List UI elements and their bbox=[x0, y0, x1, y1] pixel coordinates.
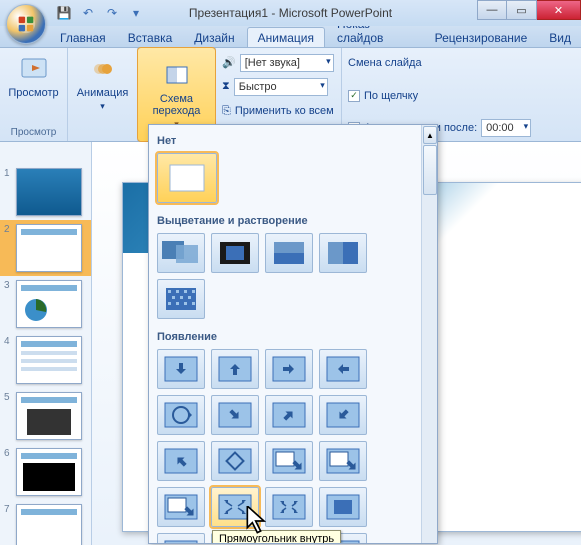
slide-thumb-6[interactable] bbox=[16, 448, 82, 496]
transition-cut[interactable] bbox=[265, 233, 313, 273]
transition-fade-black[interactable] bbox=[211, 233, 259, 273]
on-click-label: По щелчку bbox=[364, 90, 418, 102]
speed-icon: ⧗ bbox=[222, 80, 230, 93]
transition-wipe-down[interactable] bbox=[157, 349, 205, 389]
window-title: Презентация1 - Microsoft PowerPoint bbox=[189, 6, 392, 20]
slide-thumb-1[interactable] bbox=[16, 168, 82, 216]
transition-dissolve[interactable] bbox=[157, 279, 205, 319]
tab-view[interactable]: Вид bbox=[539, 28, 581, 47]
tab-insert[interactable]: Вставка bbox=[118, 28, 183, 47]
transition-fade-smoothly[interactable] bbox=[157, 233, 205, 273]
transition-icon bbox=[161, 59, 193, 91]
tab-design[interactable]: Дизайн bbox=[184, 28, 244, 47]
thumb-number: 6 bbox=[4, 448, 12, 496]
transition-wipe-ur[interactable] bbox=[157, 441, 205, 481]
slide-thumb-2[interactable] bbox=[16, 224, 82, 272]
thumb-number: 3 bbox=[4, 280, 12, 328]
thumb-number: 4 bbox=[4, 336, 12, 384]
transition-uncover-down[interactable] bbox=[265, 441, 313, 481]
transition-uncover-left[interactable] bbox=[319, 441, 367, 481]
scroll-thumb[interactable] bbox=[423, 145, 437, 195]
thumb-number: 5 bbox=[4, 392, 12, 440]
apply-to-all-label: Применить ко всем bbox=[235, 105, 334, 117]
transition-none[interactable] bbox=[157, 153, 217, 203]
auto-after-time[interactable]: 00:00 bbox=[481, 119, 531, 137]
gallery-scrollbar[interactable]: ▲ bbox=[421, 125, 437, 543]
animation-button[interactable]: Анимация ▾ bbox=[73, 50, 133, 115]
transition-sound-dropdown[interactable]: [Нет звука] bbox=[240, 54, 334, 72]
transition-wipe-dl[interactable] bbox=[211, 395, 259, 435]
transition-split-v[interactable] bbox=[157, 533, 205, 544]
thumb-number: 1 bbox=[4, 168, 12, 216]
preview-group-label: Просмотр bbox=[11, 125, 57, 139]
transition-uncover-right[interactable] bbox=[157, 487, 205, 527]
transition-cut-black[interactable] bbox=[319, 233, 367, 273]
on-click-checkbox[interactable]: ✓ bbox=[348, 90, 360, 102]
qat-redo-icon[interactable]: ↷ bbox=[102, 3, 122, 23]
transition-shape-circle[interactable] bbox=[157, 395, 205, 435]
thumb-number: 2 bbox=[4, 224, 12, 272]
transition-wipe-up[interactable] bbox=[319, 349, 367, 389]
gallery-heading-fade: Выцветание и растворение bbox=[153, 209, 415, 231]
slide-thumb-7[interactable] bbox=[16, 504, 82, 545]
tab-review[interactable]: Рецензирование bbox=[425, 28, 538, 47]
qat-more-icon[interactable]: ▾ bbox=[126, 3, 146, 23]
transition-scheme-label: Схема перехода bbox=[153, 93, 201, 117]
tab-animation[interactable]: Анимация bbox=[247, 27, 325, 47]
transition-wipe-dr[interactable] bbox=[265, 395, 313, 435]
transition-gallery: ▲ Нет Выцветание и растворение Появление… bbox=[148, 124, 438, 544]
window-close[interactable]: ✕ bbox=[537, 0, 581, 20]
transition-speed-dropdown[interactable]: Быстро bbox=[234, 78, 328, 96]
apply-all-icon: ⎘ bbox=[222, 105, 231, 118]
scroll-up-icon[interactable]: ▲ bbox=[423, 126, 437, 144]
thumb-number: 7 bbox=[4, 504, 12, 545]
apply-to-all-button[interactable]: ⎘ Применить ко всем bbox=[222, 101, 334, 122]
slide-thumb-3[interactable] bbox=[16, 280, 82, 328]
gallery-heading-appear: Появление bbox=[153, 325, 415, 347]
slide-thumbnails-pane[interactable]: 1 2 3 4 5 6 7 bbox=[0, 142, 92, 545]
transition-wipe-ul[interactable] bbox=[319, 395, 367, 435]
transition-box-in[interactable]: Прямоугольник внутрь bbox=[211, 487, 259, 527]
transition-shape-diamond[interactable] bbox=[211, 441, 259, 481]
tab-home[interactable]: Главная bbox=[50, 28, 116, 47]
transition-wipe-right[interactable] bbox=[265, 349, 313, 389]
qat-undo-icon[interactable]: ↶ bbox=[78, 3, 98, 23]
sound-icon: 🔊 bbox=[222, 56, 236, 69]
transition-wipe-left-right[interactable] bbox=[211, 349, 259, 389]
slide-thumb-5[interactable] bbox=[16, 392, 82, 440]
animation-icon bbox=[87, 53, 119, 85]
animation-label: Анимация bbox=[77, 87, 129, 99]
mouse-cursor-icon bbox=[240, 506, 254, 524]
preview-button[interactable]: Просмотр bbox=[4, 50, 62, 102]
window-minimize[interactable]: — bbox=[477, 0, 507, 20]
transition-split-h[interactable] bbox=[319, 487, 367, 527]
qat-save-icon[interactable]: 💾 bbox=[54, 3, 74, 23]
gallery-heading-none: Нет bbox=[153, 129, 415, 151]
slide-thumb-4[interactable] bbox=[16, 336, 82, 384]
preview-label: Просмотр bbox=[8, 87, 58, 99]
advance-group-label: Смена слайда bbox=[348, 57, 422, 69]
office-button[interactable] bbox=[6, 4, 46, 44]
preview-icon bbox=[18, 53, 50, 85]
window-maximize[interactable]: ▭ bbox=[507, 0, 537, 20]
